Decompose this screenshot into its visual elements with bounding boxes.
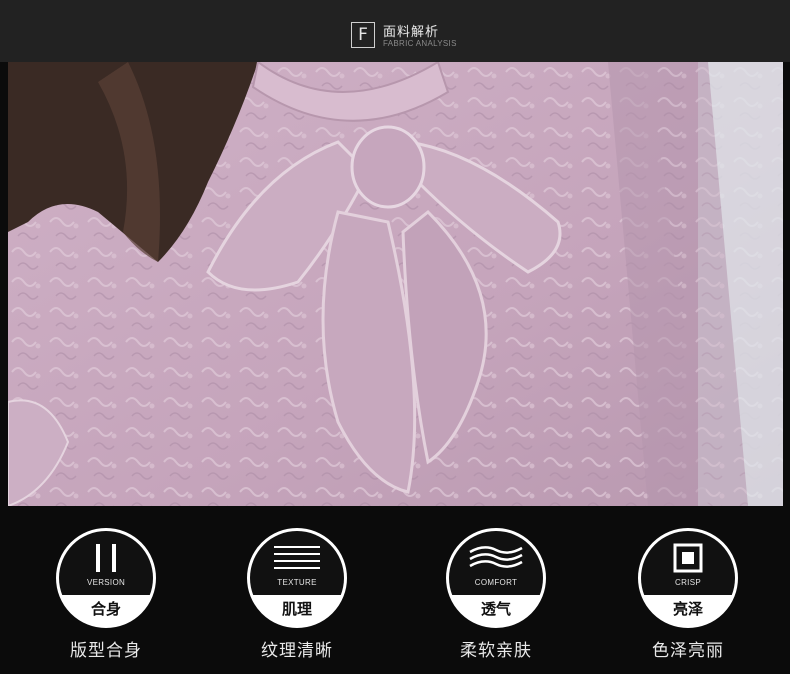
version-bars-icon xyxy=(59,541,153,575)
feature-caption: 纹理清晰 xyxy=(261,641,333,661)
feature-en-label: TEXTURE xyxy=(277,578,317,587)
feature-badge: VERSION 合身 xyxy=(56,528,156,628)
section-title: 面料解析 xyxy=(383,25,440,40)
feature-cn-label: 透气 xyxy=(480,600,511,618)
feature-en-label: COMFORT xyxy=(474,578,518,587)
feature-version: VERSION 合身 版型合身 xyxy=(36,528,176,668)
feature-caption: 色泽亮丽 xyxy=(652,641,724,661)
feature-crisp: CRISP 亮泽 色泽亮丽 xyxy=(618,528,758,668)
feature-texture: TEXTURE 肌理 纹理清晰 xyxy=(227,528,367,668)
blouse-fabric-closeup-icon xyxy=(8,62,783,506)
section-header: F 面料解析 FABRIC ANALYSIS xyxy=(0,0,790,62)
feature-cn-label: 亮泽 xyxy=(672,600,703,618)
feature-badge: TEXTURE 肌理 xyxy=(247,528,347,628)
crisp-square-icon xyxy=(641,541,735,575)
feature-en-label: CRISP xyxy=(675,578,701,587)
comfort-waves-icon xyxy=(449,541,543,575)
feature-cn-label: 合身 xyxy=(90,600,121,618)
feature-caption: 柔软亲肤 xyxy=(460,641,532,661)
feature-comfort: COMFORT 透气 柔软亲肤 xyxy=(426,528,566,668)
feature-badge: COMFORT 透气 xyxy=(446,528,546,628)
section-subtitle: FABRIC ANALYSIS xyxy=(383,39,457,48)
feature-caption: 版型合身 xyxy=(70,641,142,661)
feature-en-label: VERSION xyxy=(86,578,126,587)
feature-cn-label: 肌理 xyxy=(281,600,312,618)
fabric-photo xyxy=(8,62,783,506)
feature-row: VERSION 合身 版型合身 TEXTURE 肌理 纹理清晰 COMFORT … xyxy=(0,506,790,674)
texture-lines-icon xyxy=(250,541,344,575)
section-letter-badge: F xyxy=(351,22,375,48)
feature-badge: CRISP 亮泽 xyxy=(638,528,738,628)
